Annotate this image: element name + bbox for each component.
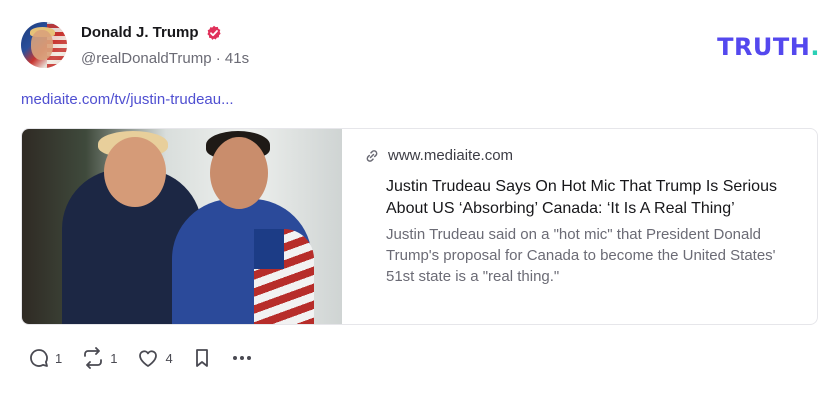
preview-title[interactable]: Justin Trudeau Says On Hot Mic That Trum… (386, 176, 801, 220)
reply-count: 1 (55, 350, 63, 366)
post-header: Donald J. Trump @realDonaldTrump · 41s T… (21, 22, 820, 72)
separator: · (215, 50, 221, 67)
preview-meta: www.mediaite.com Justin Trudeau Says On … (364, 147, 801, 287)
bookmark-button[interactable] (192, 347, 212, 369)
logo-text: TRUTH (717, 33, 811, 61)
avatar[interactable] (21, 22, 67, 68)
like-count: 4 (165, 350, 173, 366)
post-time[interactable]: 41s (225, 50, 249, 67)
author-row: Donald J. Trump (81, 24, 222, 41)
like-button[interactable]: 4 (136, 347, 173, 369)
preview-domain: www.mediaite.com (388, 147, 514, 164)
link-icon (366, 149, 378, 162)
post-link[interactable]: mediaite.com/tv/justin-trudeau... (21, 91, 234, 108)
retruth-button[interactable]: 1 (81, 347, 117, 369)
reply-icon (30, 349, 48, 367)
reply-button[interactable]: 1 (28, 347, 62, 369)
preview-domain-row: www.mediaite.com (364, 147, 801, 164)
more-button[interactable] (231, 347, 253, 369)
more-icon (232, 356, 251, 360)
preview-image (22, 129, 342, 324)
retruth-count: 1 (110, 350, 118, 366)
preview-head-right (210, 137, 268, 209)
link-preview-card[interactable]: www.mediaite.com Justin Trudeau Says On … (21, 128, 818, 325)
retruth-icon (84, 347, 103, 369)
preview-description: Justin Trudeau said on a "hot mic" that … (386, 226, 776, 285)
author-handle[interactable]: @realDonaldTrump (81, 50, 212, 67)
like-icon (139, 350, 158, 367)
handle-row: @realDonaldTrump · 41s (81, 50, 249, 67)
preview-head-left (104, 137, 166, 207)
truth-logo[interactable]: TRUTH. (717, 33, 820, 61)
author-name[interactable]: Donald J. Trump (81, 24, 199, 41)
bookmark-icon (195, 349, 208, 367)
avatar-face (31, 30, 53, 60)
preview-flag-canton (254, 229, 284, 269)
logo-dot: . (810, 33, 820, 61)
verified-badge-icon (206, 25, 221, 40)
post-actions: 1 1 4 (28, 347, 272, 369)
